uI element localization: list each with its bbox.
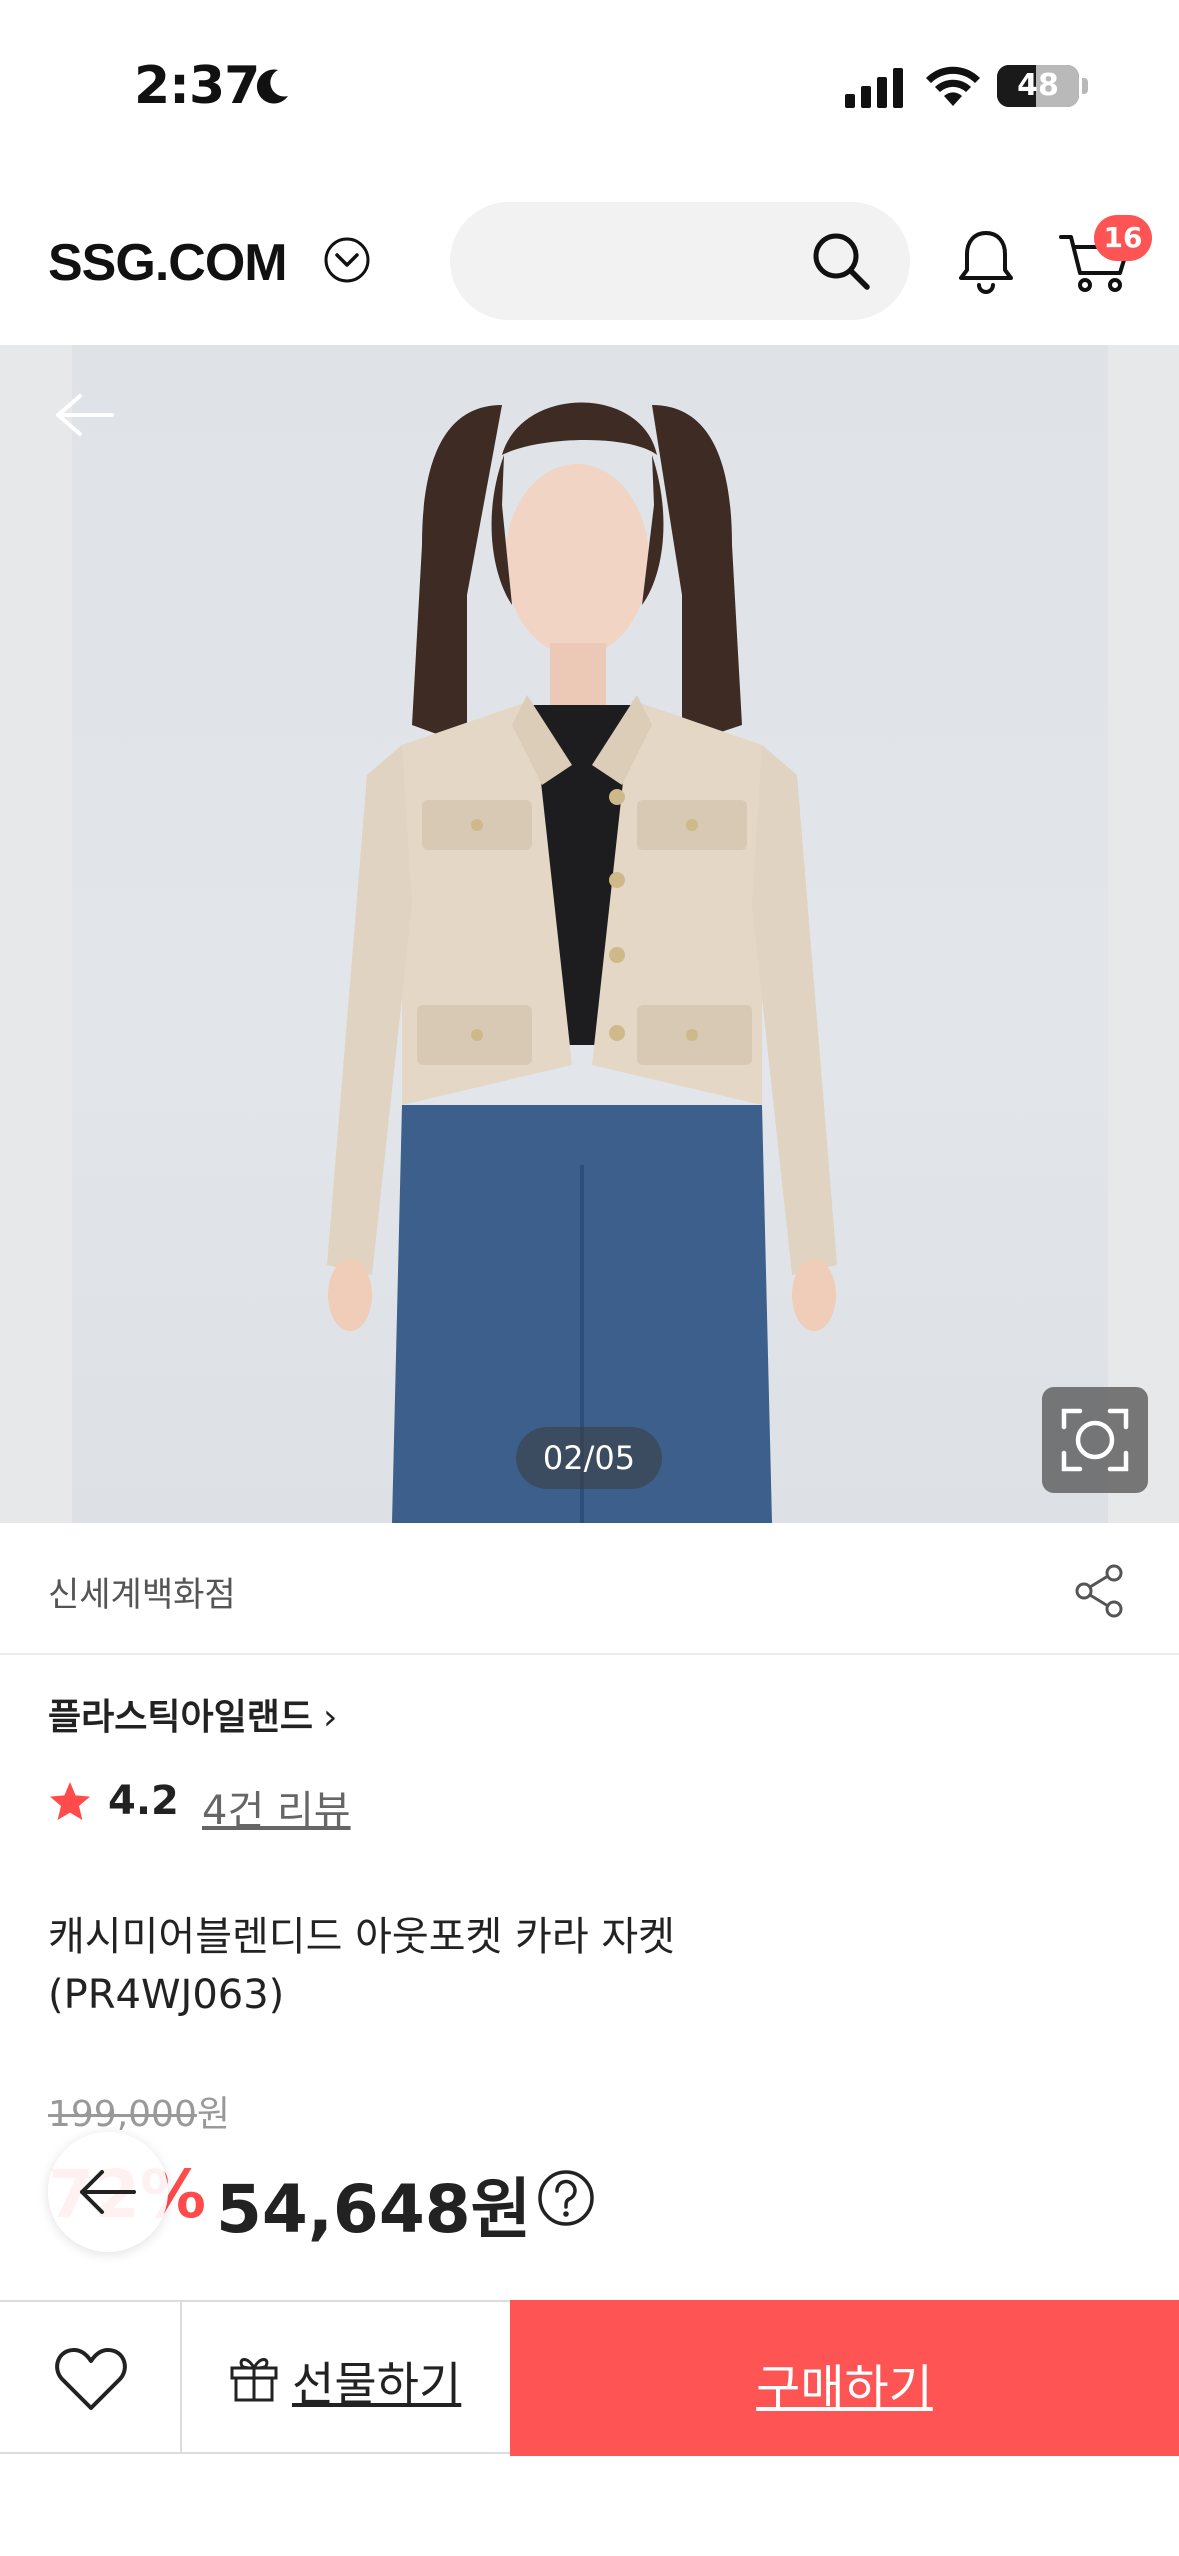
product-title-line1: 캐시미어블렌디드 아웃포켓 카라 자켓 [48, 1914, 675, 1960]
status-bar: 2:37 48 [0, 0, 1179, 175]
app-header: SSG.COM 16 [0, 175, 1179, 345]
original-price-value: 199,000 [48, 2094, 197, 2135]
rating-value: 4.2 [108, 1778, 179, 1824]
store-row: 신세계백화점 [0, 1523, 1179, 1655]
product-photo[interactable] [72, 345, 1108, 1523]
gift-icon [230, 2358, 278, 2402]
review-count-link[interactable]: 4건 리뷰 [202, 1778, 351, 1836]
model-illustration [327, 402, 837, 1523]
battery-icon: 48 [997, 65, 1079, 107]
chevron-down-icon[interactable] [322, 235, 372, 285]
back-arrow-icon [80, 2170, 136, 2214]
gift-button[interactable]: 선물하기 [182, 2302, 510, 2454]
brand-link[interactable]: 플라스틱아일랜드 › [48, 1688, 337, 1740]
heart-icon [55, 2348, 127, 2410]
share-icon[interactable] [1072, 1563, 1128, 1619]
ssg-logo[interactable]: SSG.COM [48, 233, 288, 293]
original-price-unit: 원 [196, 2094, 230, 2135]
buy-button[interactable]: 구매하기 [510, 2300, 1179, 2456]
camera-lens-icon [1061, 1408, 1129, 1472]
image-page-indicator: 02/05 [516, 1427, 662, 1489]
help-icon[interactable] [536, 2168, 596, 2228]
status-time: 2:37 [134, 56, 260, 116]
bell-icon[interactable] [954, 227, 1018, 295]
gift-label: 선물하기 [292, 2357, 462, 2411]
chevron-right-icon: › [322, 1697, 338, 1738]
product-title-line2: (PR4WJ063) [48, 1972, 285, 2018]
wishlist-button[interactable] [0, 2302, 182, 2454]
original-price: 199,000원 [48, 2085, 230, 2137]
buy-label: 구매하기 [756, 2360, 933, 2416]
floating-back-button[interactable] [48, 2132, 168, 2252]
search-icon[interactable] [810, 230, 872, 292]
star-icon [50, 1782, 90, 1820]
back-arrow-icon[interactable] [50, 390, 116, 440]
store-name[interactable]: 신세계백화점 [48, 1567, 236, 1616]
sale-price: 54,648원 [216, 2171, 532, 2248]
image-search-button[interactable] [1042, 1387, 1148, 1493]
brand-name: 플라스틱아일랜드 [48, 1697, 313, 1738]
wifi-icon [926, 66, 980, 106]
battery-tip [1082, 78, 1088, 94]
cellular-signal-icon [845, 68, 903, 108]
product-image-gallery[interactable]: 02/05 [0, 345, 1179, 1523]
bottom-action-bar: 선물하기 구매하기 [0, 2300, 1179, 2456]
battery-level: 48 [1017, 68, 1059, 103]
moon-icon [256, 69, 288, 104]
cart-count-badge: 16 [1094, 215, 1152, 261]
product-title: 캐시미어블렌디드 아웃포켓 카라 자켓 (PR4WJ063) [48, 1908, 1098, 2024]
